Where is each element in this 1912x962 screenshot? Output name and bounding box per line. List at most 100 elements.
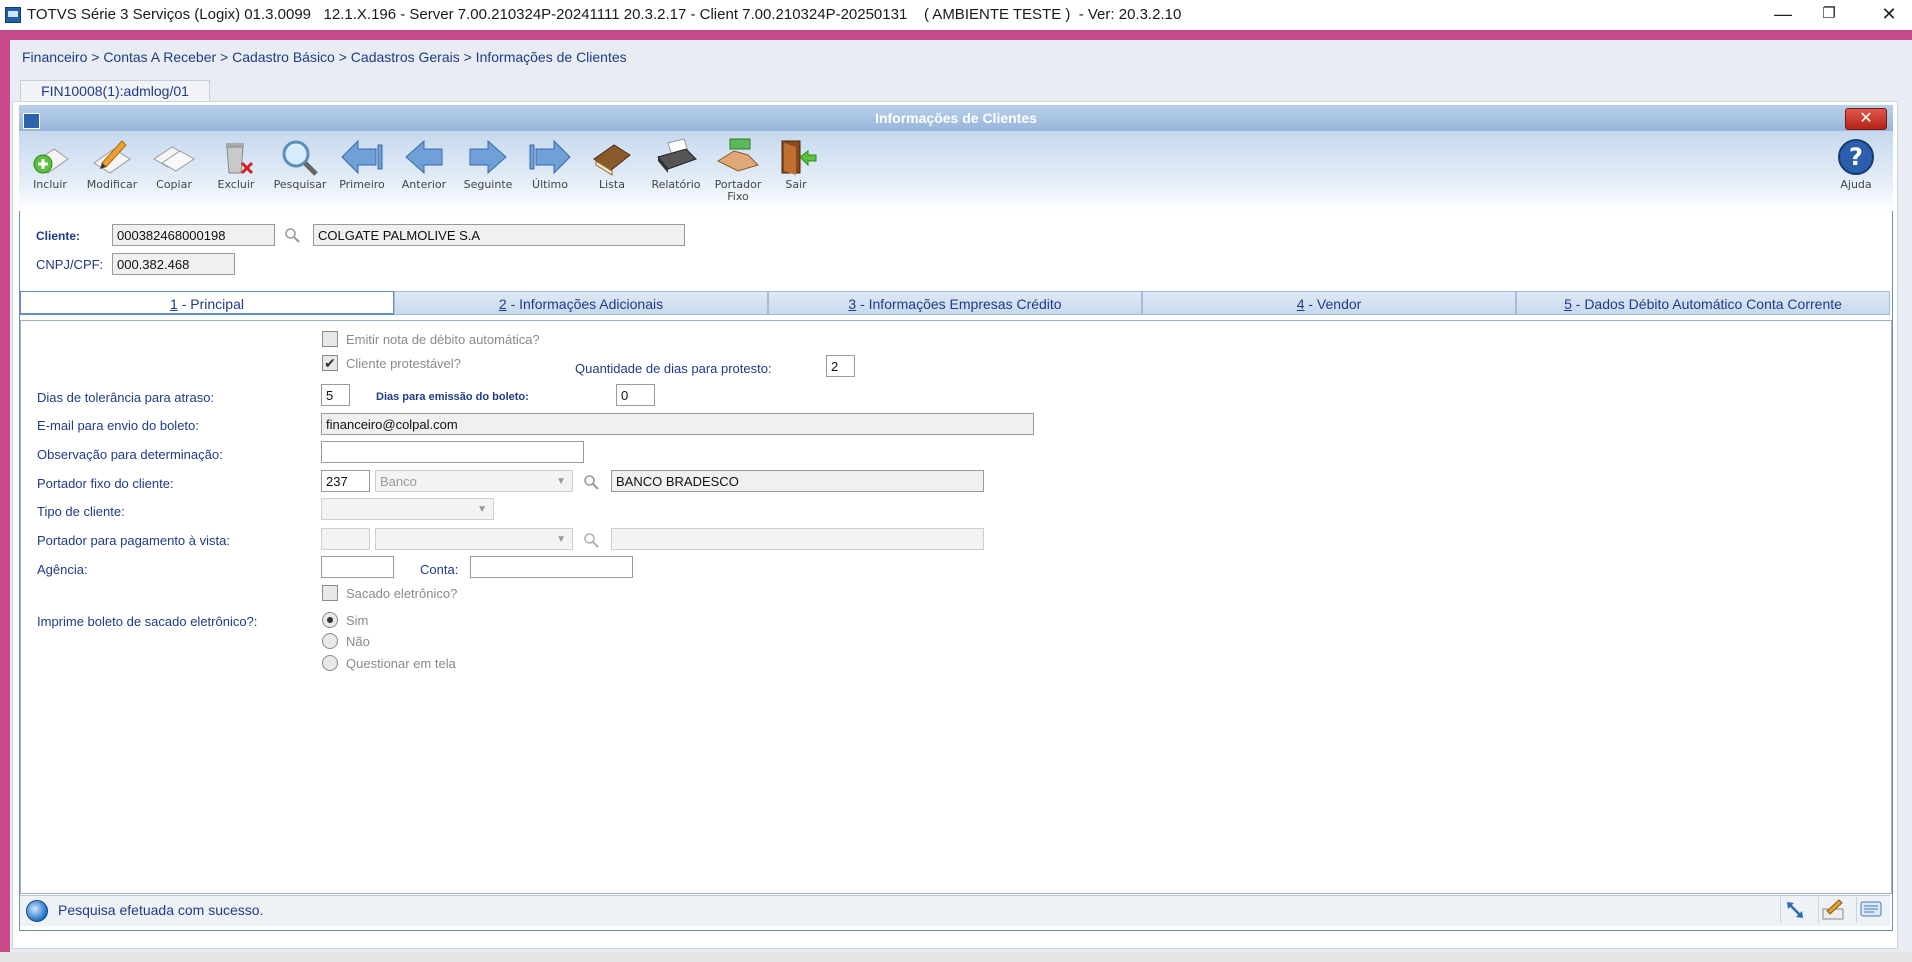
conta-label: Conta: [420, 562, 459, 577]
dias-emissao-field[interactable]: 0 [616, 384, 655, 406]
ultimo-button[interactable]: Último [518, 137, 582, 205]
tab-informacoes-adicionais-number: 2 [498, 296, 507, 312]
emitir-nota-checkbox[interactable] [322, 331, 338, 347]
qtd-dias-protesto-label: Quantidade de dias para protesto: [575, 361, 772, 376]
radio-nao[interactable] [322, 633, 338, 649]
email-label: E-mail para envio do boleto: [37, 418, 199, 433]
chevron-down-icon: ▼ [556, 534, 566, 545]
conta-field[interactable] [470, 556, 633, 578]
radio-questionar[interactable] [322, 655, 338, 671]
tab-informacoes-adicionais[interactable]: 2 - Informações Adicionais [394, 291, 768, 315]
portador-fixo-tipo-select[interactable]: Banco ▼ [375, 470, 573, 492]
qtd-dias-protesto-field[interactable]: 2 [826, 355, 855, 377]
relatorio-button[interactable]: Relatório [644, 137, 708, 205]
cliente-label: Cliente: [36, 229, 81, 243]
status-messages-button[interactable] [1856, 897, 1885, 923]
agencia-field[interactable] [321, 556, 394, 578]
tab-informacoes-empresas-credito[interactable]: 3 - Informações Empresas Crédito [768, 291, 1142, 315]
tab-informacoes-empresas-credito-label: - Informações Empresas Crédito [856, 296, 1062, 312]
tab-panel-principal [20, 320, 1892, 894]
portador-vista-nome-field[interactable] [611, 528, 984, 550]
message-icon [1860, 901, 1882, 917]
help-icon: ? [1838, 139, 1874, 175]
copiar-label: Copiar [156, 178, 192, 191]
tab-principal-number: 1 [170, 296, 178, 312]
copiar-button[interactable]: Copiar [142, 137, 206, 205]
restore-button[interactable]: ❐ [1806, 0, 1852, 30]
incluir-label: Incluir [33, 178, 67, 191]
seguinte-label: Seguinte [463, 178, 513, 191]
radio-sim[interactable] [322, 612, 338, 628]
ajuda-button[interactable]: ? Ajuda [1824, 137, 1888, 205]
emitir-nota-label: Emitir nota de débito automática? [346, 332, 540, 347]
app-icon [5, 7, 21, 23]
exit-door-icon [781, 140, 817, 175]
status-edit-button[interactable] [1818, 897, 1847, 923]
arrow-left-icon [405, 139, 443, 175]
portador-fixo-code-field[interactable]: 237 [321, 470, 370, 492]
tab-vendor[interactable]: 4 - Vendor [1142, 291, 1516, 315]
session-tab[interactable]: FIN10008(1):admlog/01 [20, 80, 210, 102]
portador-vista-tipo-select[interactable]: ▼ [375, 528, 573, 550]
sacado-eletronico-checkbox[interactable] [322, 585, 338, 601]
status-globe-icon [26, 900, 48, 922]
tab-dados-debito-automatico[interactable]: 5 - Dados Débito Automático Conta Corren… [1516, 291, 1890, 315]
window-title: TOTVS Série 3 Serviços (Logix) 01.3.0099… [27, 6, 1182, 23]
cliente-name-field[interactable]: COLGATE PALMOLIVE S.A [313, 224, 685, 246]
status-bar [20, 895, 1890, 926]
status-expand-button[interactable] [1780, 897, 1809, 923]
portador-fixo-label-2: Fixo [727, 190, 749, 203]
dias-tolerancia-field[interactable]: 5 [321, 384, 350, 406]
close-window-button[interactable]: ✕ [1866, 0, 1912, 30]
tipo-cliente-label: Tipo de cliente: [37, 504, 125, 519]
portador-fixo-button[interactable]: Portador Fixo [706, 137, 770, 205]
sair-button[interactable]: Sair [764, 137, 828, 205]
cnpj-field[interactable]: 000.382.468 [112, 253, 235, 275]
book-list-icon [593, 144, 631, 176]
minimize-button[interactable]: — [1760, 0, 1806, 30]
seguinte-button[interactable]: Seguinte [456, 137, 520, 205]
observacao-field[interactable] [321, 441, 584, 463]
dias-emissao-label: Dias para emissão do boleto: [376, 391, 529, 403]
portador-fixo-search-icon[interactable] [583, 474, 599, 490]
tab-principal[interactable]: 1 - Principal [20, 291, 394, 315]
cliente-code-field[interactable]: 000382468000198 [112, 224, 275, 246]
radio-sim-label: Sim [346, 613, 369, 628]
svg-text:?: ? [1849, 143, 1863, 171]
portador-vista-search-icon[interactable] [583, 532, 599, 548]
excluir-button[interactable]: Excluir [204, 137, 268, 205]
sacado-eletronico-label: Sacado eletrônico? [346, 586, 458, 601]
expand-arrows-icon [1787, 902, 1803, 918]
cliente-protestavel-checkbox[interactable]: ✔ [322, 355, 338, 371]
modificar-button[interactable]: Modificar [80, 137, 144, 205]
lista-button[interactable]: Lista [580, 137, 644, 205]
modificar-label: Modificar [86, 178, 138, 191]
taskbar [0, 952, 1912, 962]
email-field[interactable]: financeiro@colpal.com [321, 413, 1034, 435]
ajuda-label: Ajuda [1840, 178, 1872, 191]
dialog-title: Informações de Clientes [875, 110, 1037, 126]
portador-fixo-tipo-value: Banco [380, 474, 417, 489]
cliente-search-icon[interactable] [284, 227, 300, 243]
radio-questionar-label: Questionar em tela [346, 656, 456, 671]
incluir-button[interactable]: Incluir [18, 137, 82, 205]
edit-document-icon [93, 140, 131, 174]
breadcrumb: Financeiro > Contas A Receber > Cadastro… [22, 49, 627, 65]
anterior-label: Anterior [401, 178, 447, 191]
copy-document-icon [153, 146, 195, 172]
primeiro-button[interactable]: Primeiro [330, 137, 394, 205]
anterior-button[interactable]: Anterior [392, 137, 456, 205]
pesquisar-button[interactable]: Pesquisar [268, 137, 332, 205]
search-icon [282, 140, 318, 176]
arrow-right-icon [469, 139, 507, 175]
tab-dados-debito-automatico-label: - Dados Débito Automático Conta Corrente [1571, 296, 1842, 312]
portador-fixo-nome-field[interactable]: BANCO BRADESCO [611, 470, 984, 492]
tipo-cliente-select[interactable]: ▼ [321, 498, 494, 520]
add-document-icon [33, 148, 69, 174]
cliente-protestavel-label: Cliente protestável? [346, 356, 461, 371]
dialog-close-button[interactable]: ✕ [1845, 108, 1887, 130]
bearer-handshake-icon [716, 138, 759, 172]
radio-nao-label: Não [346, 634, 370, 649]
portador-vista-code-field[interactable] [321, 528, 370, 550]
portador-vista-label: Portador para pagamento à vista: [37, 533, 230, 548]
